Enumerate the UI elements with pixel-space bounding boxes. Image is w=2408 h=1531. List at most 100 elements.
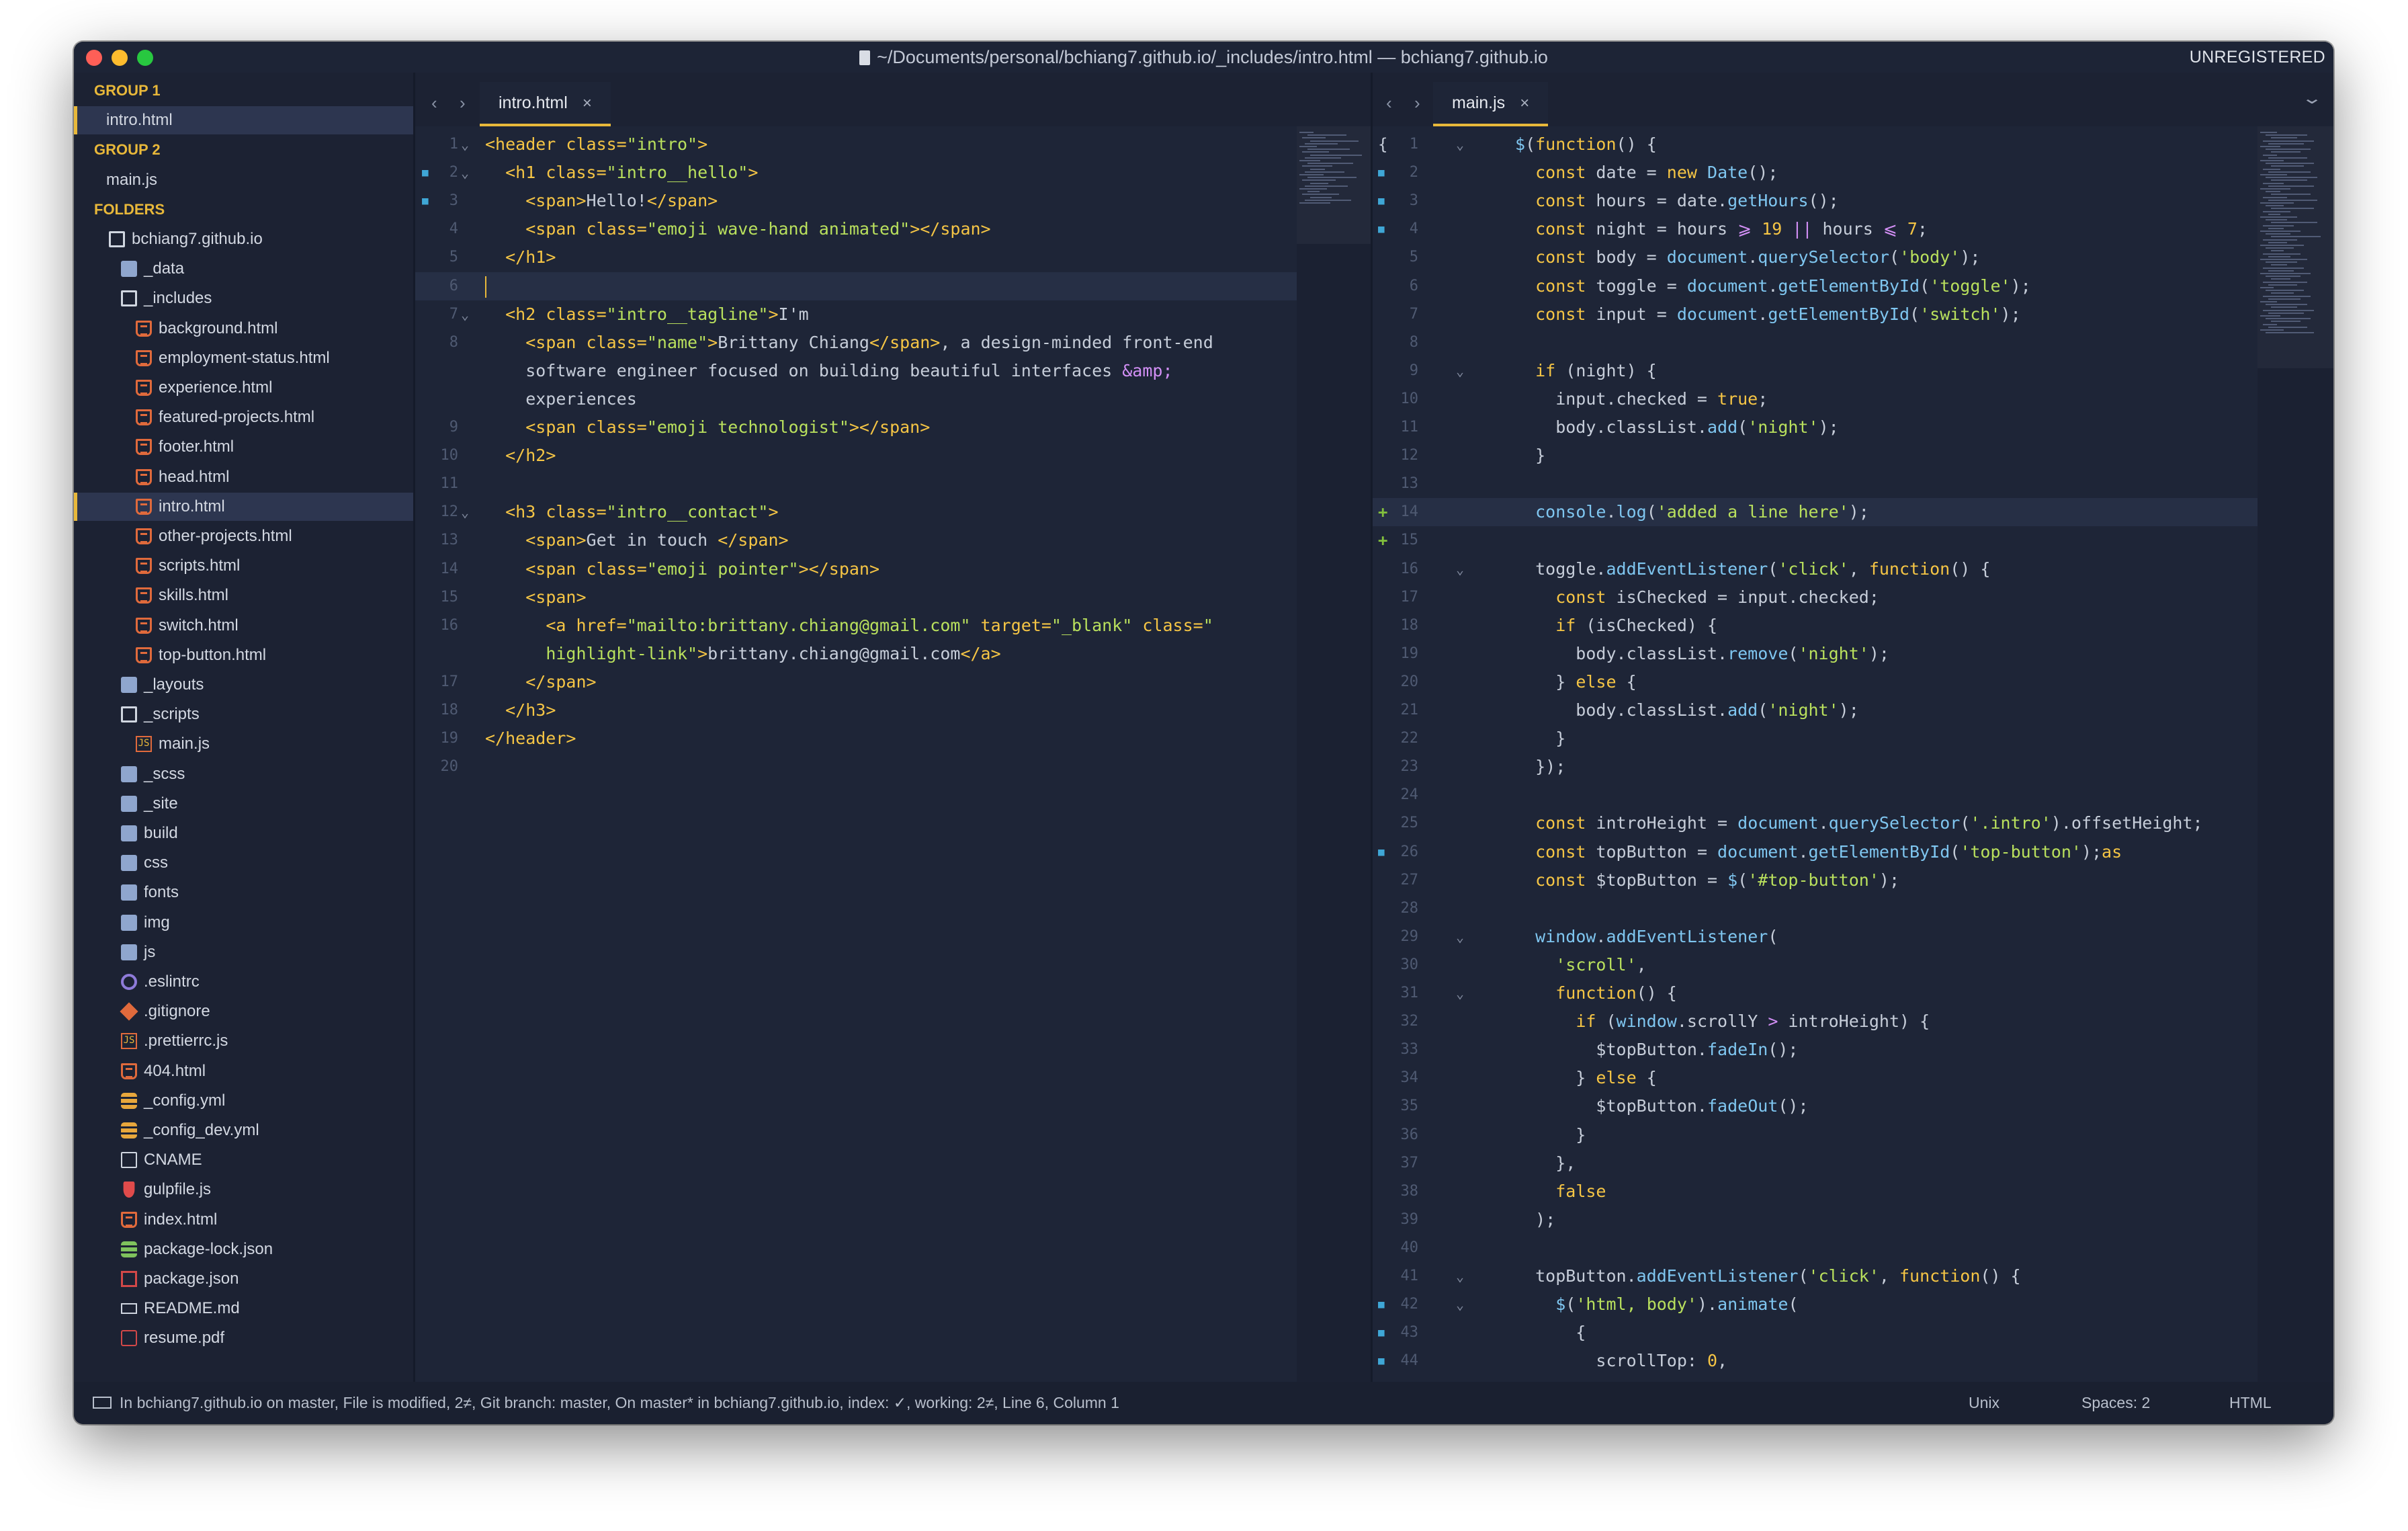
sidebar-item[interactable]: img (74, 909, 413, 937)
right-minimap[interactable] (2258, 126, 2333, 1382)
code-line[interactable]: 33 $topButton.fadeIn(); (1373, 1036, 2258, 1064)
code-line[interactable]: 32 if (window.scrollY > introHeight) { (1373, 1007, 2258, 1036)
code-line[interactable]: +14 console.log('added a line here'); (1373, 498, 2258, 527)
code-line[interactable]: 10 input.checked = true; (1373, 385, 2258, 413)
code-line[interactable]: 20 (415, 753, 1297, 781)
sidebar-item[interactable]: _scss (74, 760, 413, 788)
code-line[interactable]: 19 body.classList.remove('night'); (1373, 640, 2258, 668)
sidebar-item[interactable]: _config_dev.yml (74, 1116, 413, 1145)
code-line[interactable]: 23 }); (1373, 753, 2258, 781)
code-line[interactable]: ■ 42 ⌄ $('html, body').animate( (1373, 1290, 2258, 1319)
code-line[interactable]: ■ 44 scrollTop: 0, (1373, 1347, 2258, 1375)
code-line[interactable]: 17 </span> (415, 668, 1297, 696)
left-editor-pane[interactable]: 1 ⌄ <header class="intro"> ■ 2 ⌄ <h1 class="i… (415, 126, 1369, 1382)
code-line[interactable]: 13 (1373, 470, 2258, 498)
sidebar-item[interactable]: index.html (74, 1206, 413, 1234)
code-line[interactable]: 21 body.classList.add('night'); (1373, 696, 2258, 725)
code-line[interactable]: 9 ⌄ if (night) { (1373, 357, 2258, 385)
fold-chevron-icon[interactable]: ⌄ (1456, 1290, 1464, 1319)
code-line[interactable]: 5 </h1> (415, 243, 1297, 272)
sidebar-item[interactable]: top-button.html (74, 641, 413, 669)
tab-close-icon[interactable]: × (583, 94, 592, 112)
code-line[interactable]: ■ 43 { (1373, 1319, 2258, 1347)
code-line[interactable]: 39 ); (1373, 1206, 2258, 1234)
tab-back-arrow-icon[interactable]: ‹ (431, 93, 437, 114)
sidebar-item[interactable]: package-lock.json (74, 1235, 413, 1264)
code-line[interactable]: ■ 3 <span>Hello!</span> (415, 187, 1297, 215)
code-line[interactable]: 29 ⌄ window.addEventListener( (1373, 923, 2258, 951)
fold-chevron-icon[interactable]: ⌄ (1456, 357, 1464, 385)
sidebar-item[interactable]: _scripts (74, 700, 413, 729)
code-line[interactable]: 18 if (isChecked) { (1373, 612, 2258, 640)
code-line[interactable]: 34 } else { (1373, 1064, 2258, 1092)
code-line[interactable]: 8 (1373, 329, 2258, 357)
tab-close-icon[interactable]: × (1520, 94, 1529, 112)
code-line[interactable]: ■ 2 const date = new Date(); (1373, 159, 2258, 187)
code-line[interactable]: 35 $topButton.fadeOut(); (1373, 1092, 2258, 1120)
code-line[interactable]: 41 ⌄ topButton.addEventListener('click', … (1373, 1262, 2258, 1290)
code-line[interactable]: 6 const toggle = document.getElementById… (1373, 272, 2258, 300)
sidebar-item[interactable]: experience.html (74, 374, 413, 402)
sidebar-item[interactable]: intro.html (74, 492, 413, 521)
code-line[interactable]: 28 (1373, 895, 2258, 923)
code-line[interactable]: 1 ⌄ <header class="intro"> (415, 130, 1297, 159)
sidebar-item[interactable]: other-projects.html (74, 522, 413, 550)
code-line[interactable]: ■ 2 ⌄ <h1 class="intro__hello"> (415, 159, 1297, 187)
right-pane-menu-chevron-icon[interactable]: ⌄ (2301, 89, 2323, 108)
sidebar-item[interactable]: fonts (74, 878, 413, 907)
sidebar-item[interactable]: css (74, 849, 413, 877)
console-toggle-icon[interactable] (93, 1397, 112, 1409)
code-line[interactable]: 16 ⌄ toggle.addEventListener('click', fun… (1373, 555, 2258, 583)
code-line[interactable]: 27 const $topButton = $('#top-button'); (1373, 866, 2258, 895)
sidebar-item[interactable]: _data (74, 255, 413, 283)
sidebar-item[interactable]: js (74, 938, 413, 966)
fold-chevron-icon[interactable]: ⌄ (461, 300, 469, 329)
code-line[interactable]: 8 <span class="name">Brittany Chiang</sp… (415, 329, 1297, 357)
code-line[interactable]: 7 ⌄ <h2 class="intro__tagline">I'm (415, 300, 1297, 329)
code-line[interactable]: 12 } (1373, 442, 2258, 470)
fold-chevron-icon[interactable]: ⌄ (1456, 979, 1464, 1007)
sidebar-item[interactable]: head.html (74, 463, 413, 491)
sidebar-item[interactable]: gulpfile.js (74, 1175, 413, 1204)
code-line[interactable]: 38 false (1373, 1177, 2258, 1206)
code-line[interactable]: 11 body.classList.add('night'); (1373, 413, 2258, 442)
code-line[interactable]: 14 <span class="emoji pointer"></span> (415, 555, 1297, 583)
code-line[interactable]: ■ 4 const night = hours ⩾ 19 || hours ⩽ 7… (1373, 215, 2258, 243)
code-line[interactable]: software engineer focused on building be… (415, 357, 1297, 385)
code-line[interactable]: 9 <span class="emoji technologist"></spa… (415, 413, 1297, 442)
sidebar-item[interactable]: CNAME (74, 1146, 413, 1174)
code-line[interactable]: 22 } (1373, 725, 2258, 753)
code-line[interactable]: 25 const introHeight = document.querySel… (1373, 809, 2258, 837)
sidebar-item[interactable]: _layouts (74, 671, 413, 699)
fold-chevron-icon[interactable]: ⌄ (1456, 130, 1464, 159)
code-line[interactable]: 37 }, (1373, 1149, 2258, 1177)
sidebar-item[interactable]: main.js (74, 166, 413, 194)
code-line[interactable]: 17 const isChecked = input.checked; (1373, 583, 2258, 612)
code-line[interactable]: experiences (415, 385, 1297, 413)
tab-forward-arrow-icon[interactable]: › (1414, 93, 1420, 114)
code-line[interactable]: 20 } else { (1373, 668, 2258, 696)
code-line[interactable]: 4 <span class="emoji wave-hand animated"… (415, 215, 1297, 243)
sidebar-item[interactable]: .eslintrc (74, 968, 413, 996)
sidebar-item[interactable]: JS main.js (74, 730, 413, 758)
sidebar-item[interactable]: 404.html (74, 1057, 413, 1085)
code-line[interactable]: 31 ⌄ function() { (1373, 979, 2258, 1007)
code-line[interactable]: highlight-link">brittany.chiang@gmail.co… (415, 640, 1297, 668)
code-line[interactable]: 30 'scroll', (1373, 951, 2258, 979)
code-line[interactable]: 5 const body = document.querySelector('b… (1373, 243, 2258, 272)
sidebar-item[interactable]: switch.html (74, 612, 413, 640)
code-line[interactable]: ■ 26 const topButton = document.getElemen… (1373, 838, 2258, 866)
fold-chevron-icon[interactable]: ⌄ (1456, 1262, 1464, 1290)
sidebar-item[interactable]: .gitignore (74, 997, 413, 1026)
sidebar-item[interactable]: README.md (74, 1294, 413, 1323)
fold-chevron-icon[interactable]: ⌄ (1456, 555, 1464, 583)
sidebar-item[interactable]: employment-status.html (74, 344, 413, 372)
code-line[interactable]: {1 ⌄ $(function() { (1373, 130, 2258, 159)
sidebar-item[interactable]: footer.html (74, 433, 413, 461)
left-minimap[interactable] (1297, 126, 1371, 1382)
sidebar-item[interactable]: intro.html (74, 106, 413, 135)
sidebar-item[interactable]: bchiang7.github.io (74, 225, 413, 253)
code-line[interactable]: 18 </h3> (415, 696, 1297, 725)
code-line[interactable]: +15 (1373, 526, 2258, 554)
sidebar-item[interactable]: build (74, 819, 413, 847)
